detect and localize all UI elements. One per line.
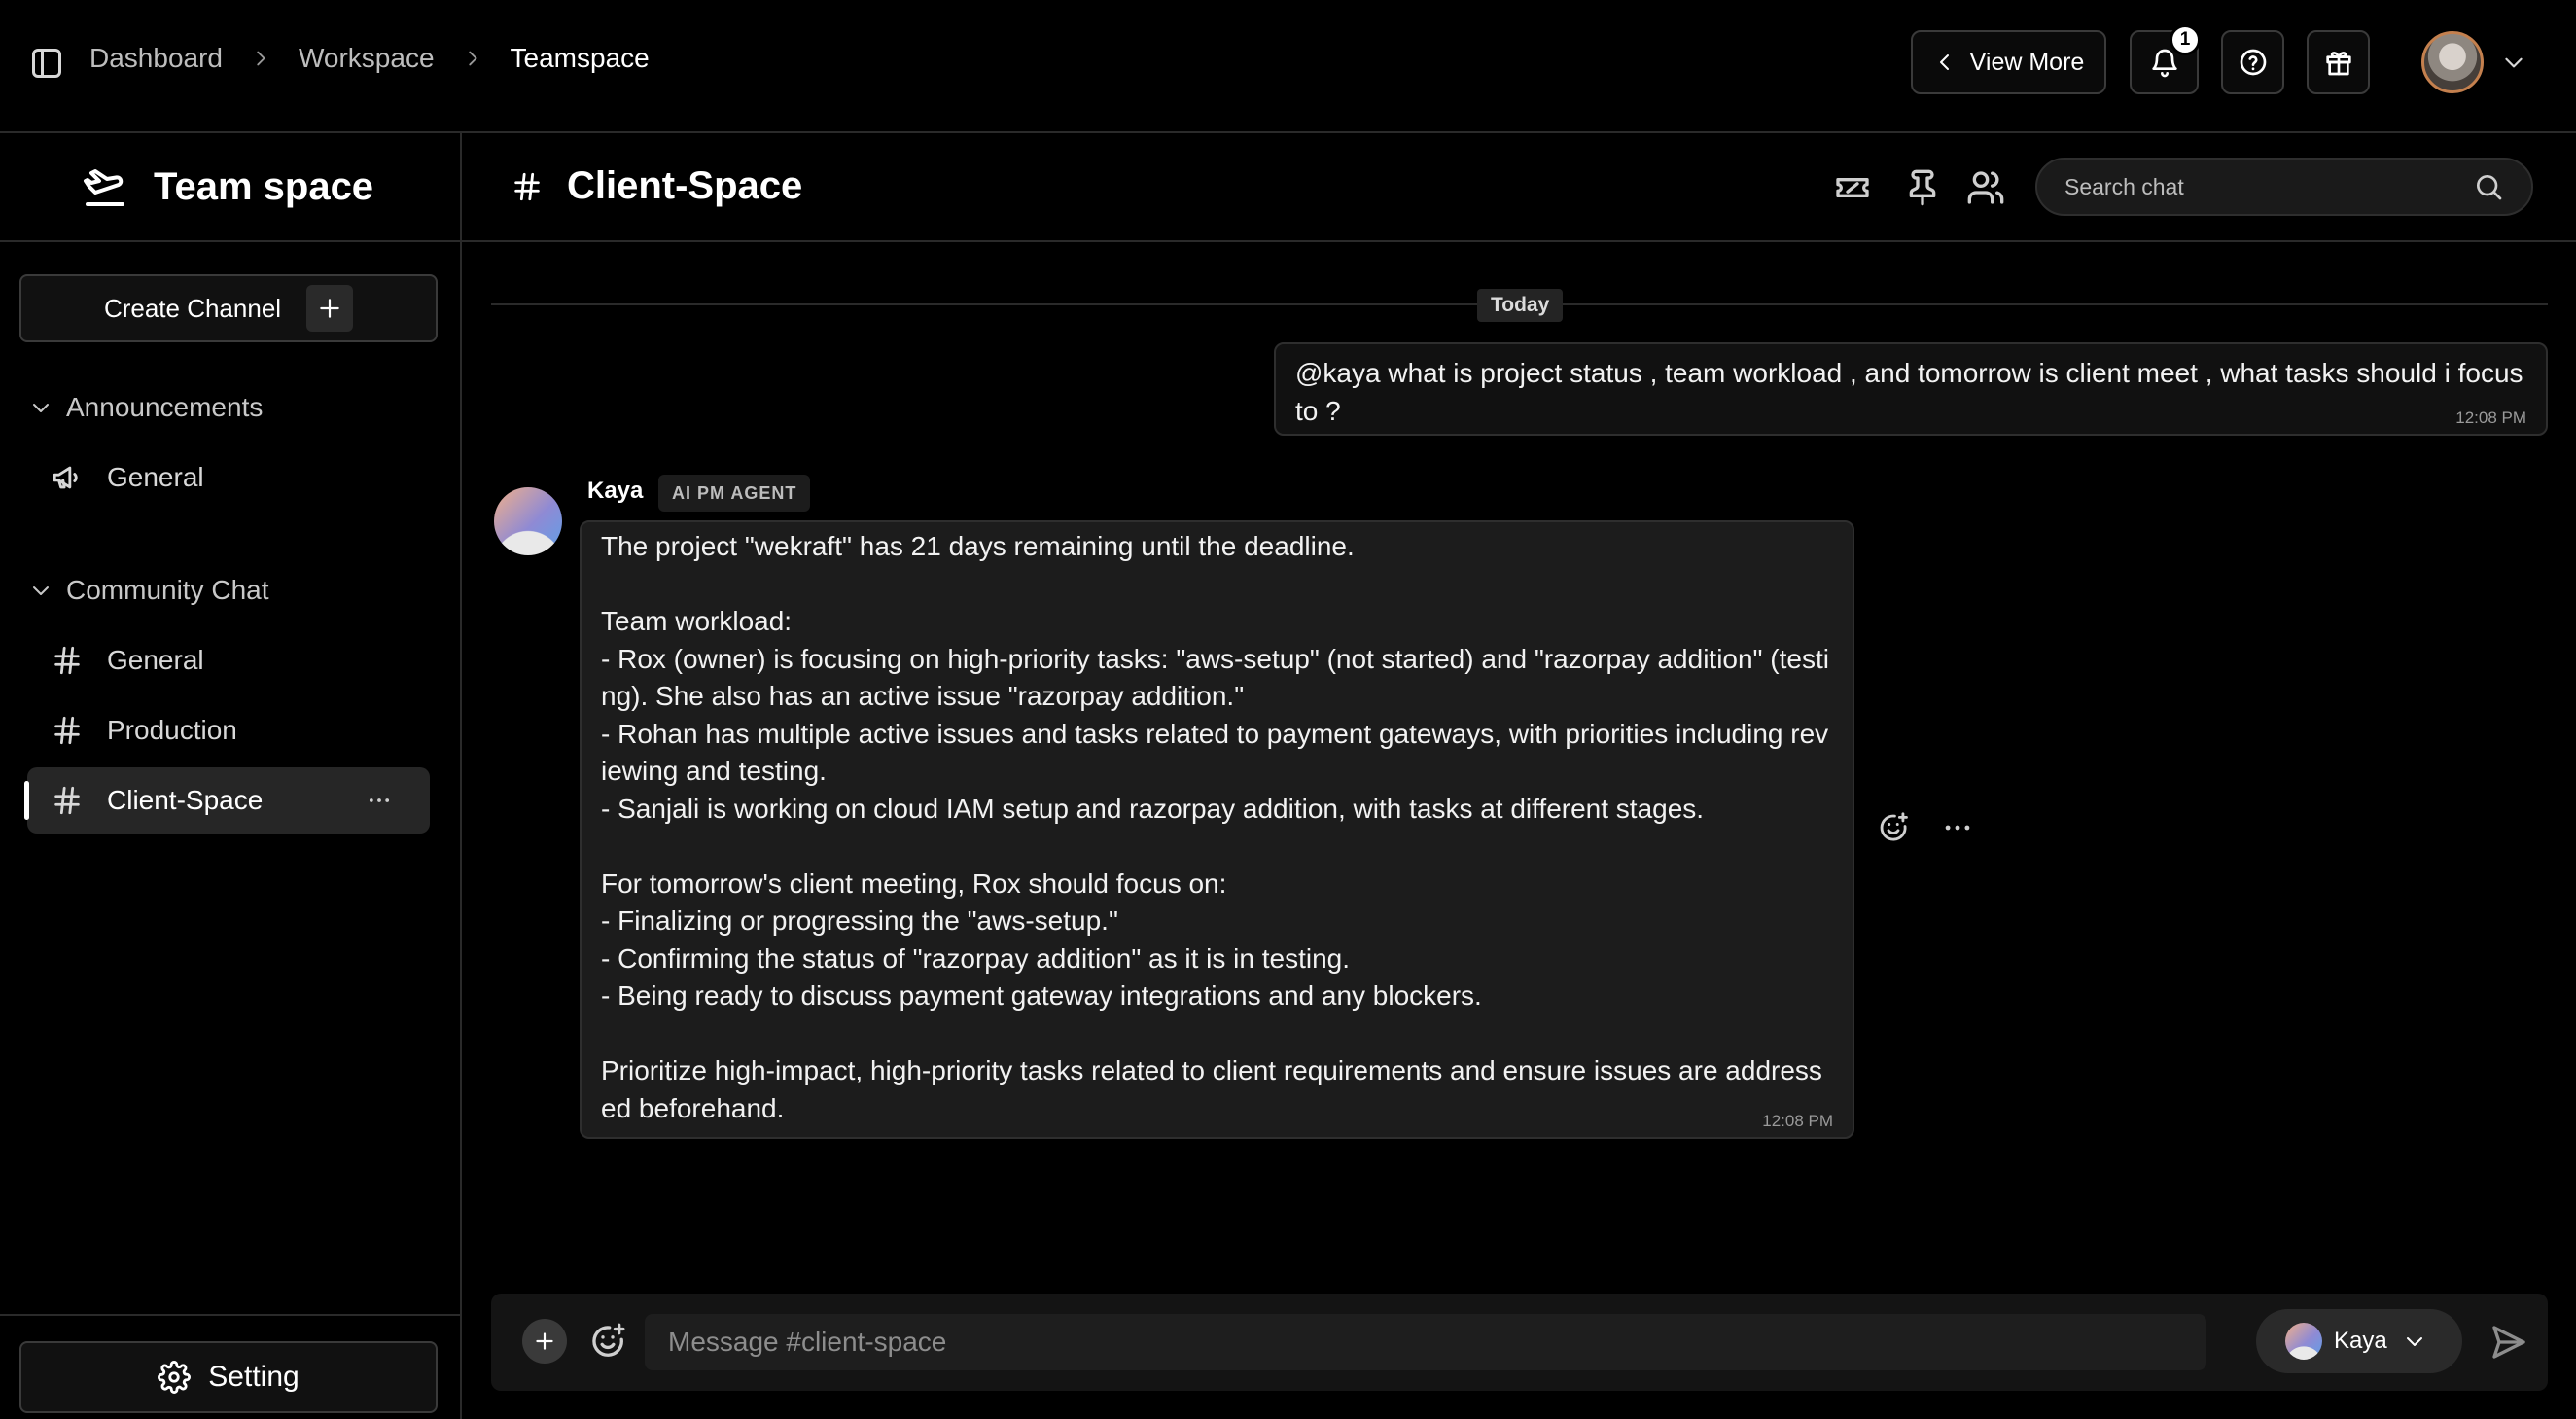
breadcrumb-workspace[interactable]: Workspace	[299, 43, 435, 74]
chevron-left-icon	[1933, 51, 1957, 74]
top-bar: Dashboard Workspace Teamspace View More …	[0, 0, 2576, 133]
plus-icon	[532, 1329, 557, 1354]
message-timestamp: 12:08 PM	[1762, 1112, 1833, 1130]
message-timestamp: 12:08 PM	[2455, 408, 2526, 427]
add-attachment-button[interactable]	[522, 1319, 567, 1364]
message-actions	[1877, 811, 1974, 844]
ticket-icon[interactable]	[1833, 168, 1872, 207]
breadcrumb: Dashboard Workspace Teamspace	[89, 43, 650, 74]
channel-announcements-general[interactable]: General	[27, 444, 430, 511]
group-label: Announcements	[66, 392, 264, 422]
channel-production[interactable]: Production	[27, 697, 430, 763]
chevron-right-icon	[250, 48, 271, 69]
group-announcements[interactable]: Announcements	[29, 392, 263, 423]
search-input[interactable]: Search chat	[2064, 174, 2473, 200]
channel-client-space[interactable]: Client-Space	[24, 767, 430, 834]
kaya-avatar	[2285, 1323, 2322, 1360]
more-horizontal-icon[interactable]	[366, 787, 393, 814]
send-icon[interactable]	[2489, 1323, 2528, 1362]
agent-label: Kaya	[2334, 1328, 2387, 1354]
user-message: @kaya what is project status , team work…	[1274, 342, 2548, 436]
message-text: @kaya what is project status , team work…	[1295, 358, 2531, 426]
chevron-down-icon	[2403, 1330, 2426, 1353]
profile-menu[interactable]	[2421, 31, 2526, 93]
sidebar-footer: Setting	[0, 1314, 460, 1419]
more-horizontal-icon[interactable]	[1941, 811, 1974, 844]
setting-label: Setting	[208, 1361, 300, 1393]
sidebar-title: Team space	[154, 164, 374, 208]
agent-selector[interactable]: Kaya	[2256, 1309, 2462, 1373]
sidebar: Team space Create Channel Announcements …	[0, 133, 462, 1419]
notification-badge: 1	[2170, 24, 2201, 55]
breadcrumb-dashboard[interactable]: Dashboard	[89, 43, 223, 74]
kaya-avatar[interactable]	[494, 487, 562, 555]
channel-label: Production	[107, 715, 237, 745]
chevron-down-icon[interactable]	[2501, 50, 2526, 75]
avatar[interactable]	[2421, 31, 2484, 93]
sidebar-toggle-icon[interactable]	[29, 46, 64, 81]
group-community-chat[interactable]: Community Chat	[29, 575, 269, 606]
gift-button[interactable]	[2307, 30, 2370, 94]
users-icon[interactable]	[1966, 168, 2005, 207]
breadcrumb-teamspace[interactable]: Teamspace	[511, 43, 650, 74]
sidebar-header: Team space	[0, 133, 460, 242]
channel-label: Client-Space	[107, 785, 264, 815]
sender-name[interactable]: Kaya	[587, 478, 643, 505]
channel-title: Client-Space	[567, 164, 803, 207]
group-label: Community Chat	[66, 575, 269, 605]
add-reaction-icon[interactable]	[1877, 811, 1910, 844]
message-text: The project "wekraft" has 21 days remain…	[601, 531, 1829, 1123]
create-channel-button[interactable]: Create Channel	[19, 274, 438, 342]
hash-icon	[51, 784, 84, 817]
search-chat[interactable]: Search chat	[2035, 158, 2533, 216]
pin-icon[interactable]	[1903, 168, 1942, 207]
emoji-icon[interactable]	[588, 1322, 627, 1361]
create-channel-label: Create Channel	[103, 293, 282, 323]
chat-main: Client-Space Search chat Today @kaya wha…	[462, 133, 2576, 1419]
notifications-button[interactable]: 1	[2130, 24, 2201, 94]
date-divider: Today	[1477, 289, 1564, 322]
gift-icon	[2323, 47, 2354, 78]
hash-icon	[511, 170, 544, 203]
channel-label: General	[107, 645, 204, 675]
channel-header: Client-Space Search chat	[462, 133, 2576, 242]
setting-button[interactable]: Setting	[19, 1341, 438, 1413]
channel-label: General	[107, 462, 204, 492]
view-more-button[interactable]: View More	[1911, 30, 2106, 94]
search-icon[interactable]	[2473, 171, 2504, 202]
plus-icon	[306, 285, 354, 332]
chevron-down-icon	[29, 396, 53, 419]
message-composer: Kaya	[491, 1294, 2548, 1391]
help-circle-icon	[2238, 47, 2269, 78]
hash-icon	[51, 714, 84, 747]
view-more-label: View More	[1969, 48, 2085, 76]
team-space-logo-icon	[82, 163, 128, 210]
bot-message: The project "wekraft" has 21 days remain…	[580, 520, 1854, 1139]
help-button[interactable]	[2221, 30, 2284, 94]
megaphone-icon	[51, 461, 84, 494]
channel-general[interactable]: General	[27, 627, 430, 693]
hash-icon	[51, 644, 84, 677]
gear-icon	[158, 1361, 192, 1394]
message-input[interactable]	[645, 1314, 2206, 1370]
chevron-right-icon	[462, 48, 483, 69]
chevron-down-icon	[29, 579, 53, 602]
agent-badge: AI PM AGENT	[658, 475, 811, 512]
